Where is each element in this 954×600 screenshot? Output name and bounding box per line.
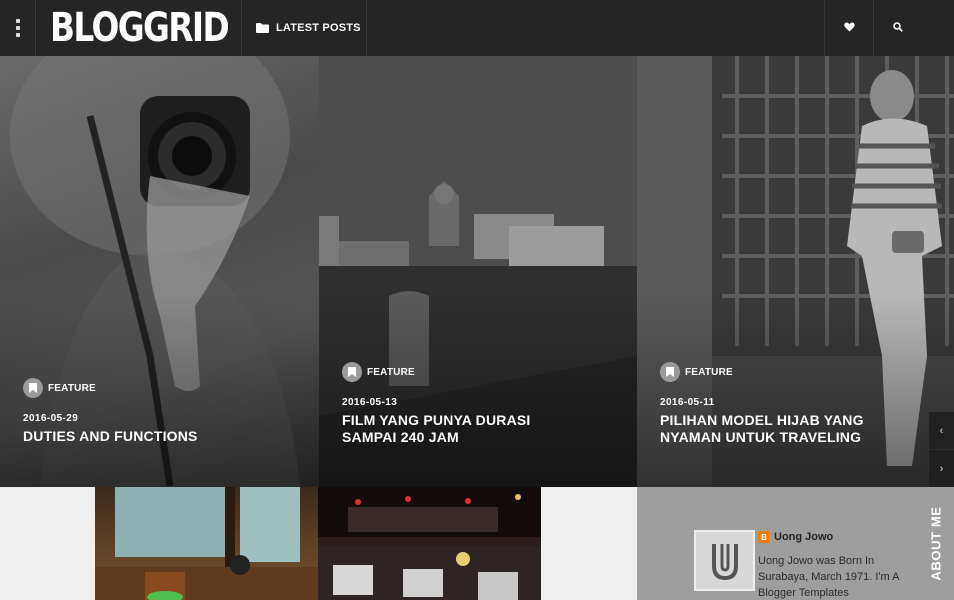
featured-post-card[interactable]: FEATURE 2016-05-29 DUTIES AND FUNCTIONS [0, 56, 319, 487]
heart-icon [843, 19, 855, 37]
author-name: Uong Jowo [774, 531, 834, 543]
post-title[interactable]: FILM YANG PUNYA DURASI SAMPAI 240 JAM [342, 412, 572, 446]
feature-badge-label: FEATURE [48, 382, 96, 394]
post-title[interactable]: PILIHAN MODEL HIJAB YANG NYAMAN UNTUK TR… [660, 412, 905, 446]
slider-prev-button[interactable]: ‹ [929, 412, 954, 449]
posts-grid [0, 487, 637, 600]
post-meta: FEATURE 2016-05-13 FILM YANG PUNYA DURAS… [342, 362, 572, 446]
post-title[interactable]: DUTIES AND FUNCTIONS [23, 428, 303, 445]
search-icon [892, 19, 903, 37]
feature-badge-label: FEATURE [685, 366, 733, 378]
post-thumbnail[interactable] [318, 487, 541, 600]
feature-badge[interactable]: FEATURE [23, 378, 303, 398]
post-date: 2016-05-13 [342, 397, 398, 408]
top-navigation-bar: BLOGGRID LATEST POSTS [0, 0, 954, 56]
author-avatar[interactable] [694, 530, 755, 591]
site-logo[interactable]: BLOGGRID [36, 0, 242, 56]
menu-button[interactable] [0, 0, 36, 56]
about-me-heading: ABOUT ME [918, 487, 954, 600]
author-logo-icon [699, 535, 750, 586]
post-date: 2016-05-11 [660, 397, 715, 408]
nav-latest-posts-label: LATEST POSTS [276, 22, 361, 34]
feature-badge-label: FEATURE [367, 366, 415, 378]
author-bio: Uong Jowo was Born In Surabaya, March 19… [758, 555, 899, 599]
about-me-label: ABOUT ME [928, 506, 944, 581]
logo-text: BLOGGRID [50, 5, 230, 51]
chevron-right-icon: › [939, 462, 944, 475]
vertical-dots-icon [15, 18, 20, 39]
slider-next-button[interactable]: › [929, 450, 954, 487]
folder-icon [256, 23, 269, 33]
featured-posts-slider: FEATURE 2016-05-29 DUTIES AND FUNCTIONS [0, 56, 954, 487]
bookmark-icon [23, 378, 43, 398]
featured-post-card[interactable]: FEATURE 2016-05-11 PILIHAN MODEL HIJAB Y… [637, 56, 954, 487]
chevron-left-icon: ‹ [939, 424, 944, 437]
feature-badge[interactable]: FEATURE [342, 362, 572, 382]
featured-post-card[interactable]: FEATURE 2016-05-13 FILM YANG PUNYA DURAS… [319, 56, 637, 487]
thumbnail-image [318, 487, 541, 600]
search-button[interactable] [873, 0, 921, 56]
post-meta: FEATURE 2016-05-11 PILIHAN MODEL HIJAB Y… [660, 362, 905, 446]
thumbnail-image [95, 487, 318, 600]
bookmark-icon [660, 362, 680, 382]
post-thumbnail[interactable] [95, 487, 318, 600]
bookmark-icon [342, 362, 362, 382]
blogger-icon: B [758, 531, 770, 543]
nav-latest-posts[interactable]: LATEST POSTS [242, 0, 367, 56]
favorites-button[interactable] [824, 0, 873, 56]
feature-badge[interactable]: FEATURE [660, 362, 905, 382]
post-meta: FEATURE 2016-05-29 DUTIES AND FUNCTIONS [23, 378, 303, 445]
author-profile-link[interactable]: B Uong Jowo [758, 531, 833, 543]
post-date: 2016-05-29 [23, 413, 79, 424]
